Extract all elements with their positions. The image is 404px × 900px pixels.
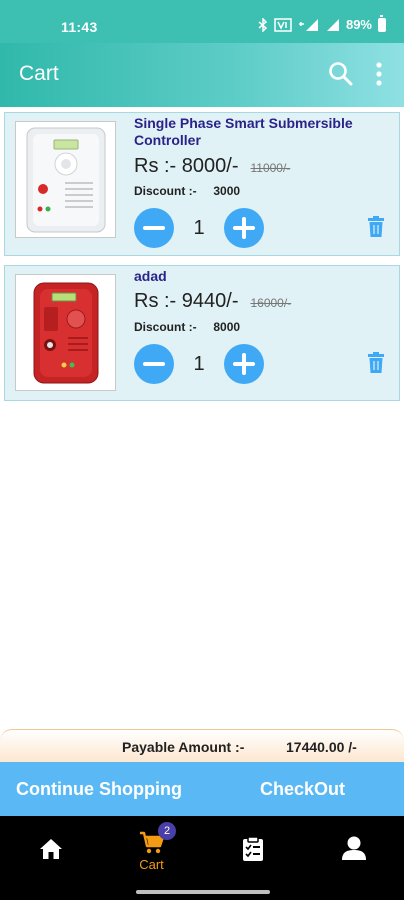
decrease-quantity-button[interactable] (134, 344, 174, 384)
volte-icon (274, 17, 292, 32)
nav-home[interactable] (0, 816, 101, 884)
cart-item: Single Phase Smart Submersible Controlle… (4, 112, 400, 256)
product-name[interactable]: Single Phase Smart Submersible Controlle… (134, 115, 384, 149)
bottom-navigation: 2 Cart (0, 816, 404, 900)
controller-device-red-icon (33, 282, 98, 383)
product-price: Rs :- 8000/- (134, 155, 239, 177)
battery-percent: 89% (345, 17, 372, 32)
cart-list: Single Phase Smart Submersible Controlle… (4, 112, 400, 410)
discount-row: Discount :- 8000 (134, 320, 240, 334)
minus-icon (143, 226, 165, 230)
price-row: Rs :- 8000/- 11000/- (134, 155, 290, 178)
product-mrp: 16000/- (250, 296, 292, 310)
status-time: 11:43 (61, 19, 98, 35)
controller-device-white-icon (26, 127, 105, 232)
payable-label: Payable Amount :- (122, 739, 245, 755)
continue-shopping-button[interactable]: Continue Shopping (16, 762, 182, 816)
nav-cart[interactable]: 2 Cart (101, 816, 202, 884)
user-icon (341, 836, 366, 860)
wifi-signal-icon (298, 18, 318, 31)
nav-profile[interactable] (303, 816, 404, 884)
delete-icon[interactable] (367, 352, 385, 374)
cart-count-badge: 2 (158, 822, 176, 840)
discount-value: 8000 (213, 320, 241, 334)
product-price: Rs :- 9440/- (134, 290, 239, 312)
cart-item: adad Rs :- 9440/- 16000/- Discount :- 80… (4, 265, 400, 401)
increase-quantity-button[interactable] (224, 344, 264, 384)
bluetooth-icon (258, 17, 268, 32)
quantity-value: 1 (193, 216, 205, 239)
discount-label: Discount :- (134, 320, 197, 334)
product-image[interactable] (15, 274, 116, 391)
cart-screen: 11:43 89% Cart Single Phase Smart Submer… (0, 0, 404, 900)
product-name[interactable]: adad (134, 268, 384, 285)
discount-row: Discount :- 3000 (134, 184, 240, 198)
app-bar: Cart (0, 43, 404, 107)
action-bar: Continue Shopping CheckOut (0, 762, 404, 816)
payable-summary: Payable Amount :- 17440.00 /- (0, 729, 404, 762)
product-image[interactable] (15, 121, 116, 238)
checkout-button[interactable]: CheckOut (260, 762, 345, 816)
quantity-stepper: 1 (134, 344, 264, 384)
payable-value: 17440.00 /- (286, 739, 357, 755)
nav-orders[interactable] (202, 816, 303, 884)
search-icon[interactable] (328, 61, 354, 87)
product-mrp: 11000/- (250, 161, 291, 175)
delete-icon[interactable] (367, 216, 385, 238)
clipboard-list-icon (242, 836, 263, 861)
nav-cart-label: Cart (139, 857, 164, 872)
cell-signal-icon (326, 18, 339, 31)
quantity-value: 1 (193, 352, 205, 375)
page-title: Cart (19, 62, 59, 85)
price-row: Rs :- 9440/- 16000/- (134, 290, 291, 313)
status-bar: 11:43 89% (0, 0, 404, 43)
quantity-stepper: 1 (134, 208, 264, 248)
increase-quantity-button[interactable] (224, 208, 264, 248)
battery-icon (378, 14, 386, 32)
discount-label: Discount :- (134, 184, 197, 198)
discount-value: 3000 (213, 184, 241, 198)
more-vert-icon[interactable] (372, 61, 386, 87)
minus-icon (143, 362, 165, 366)
home-indicator[interactable] (136, 890, 270, 894)
home-icon (39, 839, 62, 859)
decrease-quantity-button[interactable] (134, 208, 174, 248)
status-icons: 89% (258, 14, 386, 32)
